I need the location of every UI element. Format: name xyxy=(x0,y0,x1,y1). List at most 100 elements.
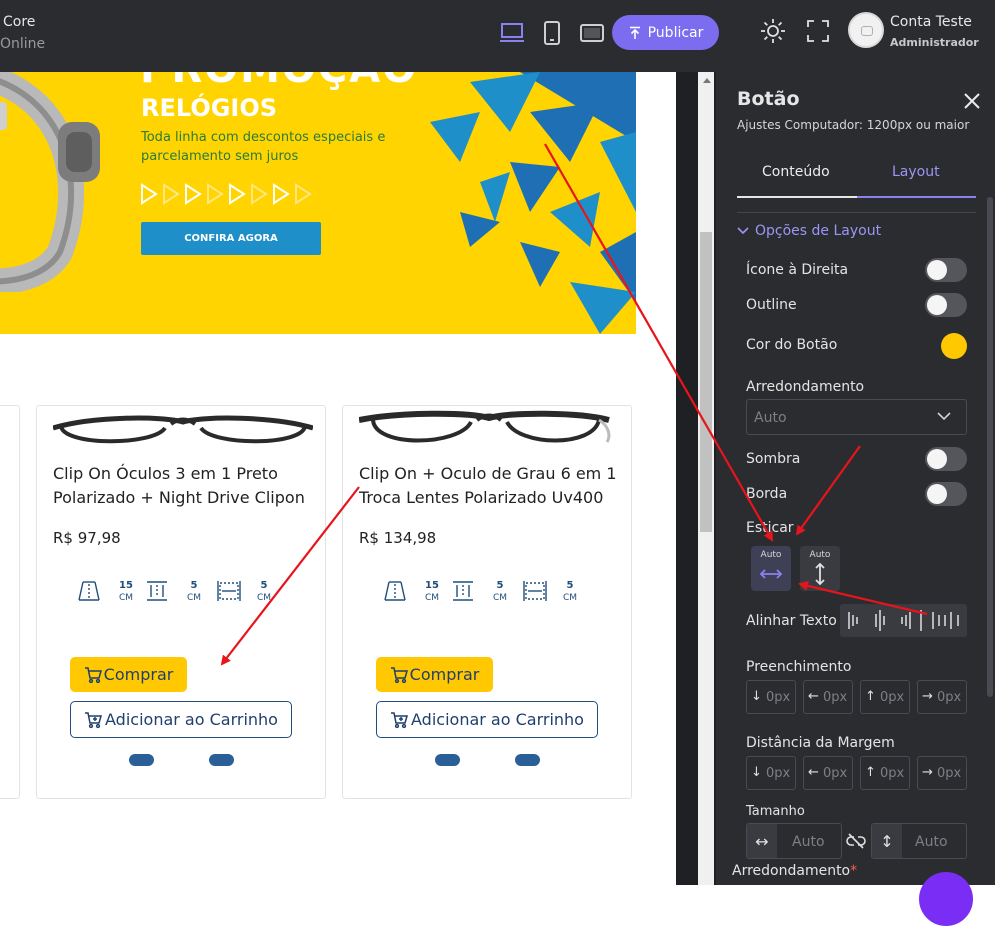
dimension-unit: CM xyxy=(118,593,134,603)
arrow-left-icon: ← xyxy=(808,689,819,704)
margin-value: 0px xyxy=(823,766,848,781)
margin-bottom-input[interactable]: ↓ 0px xyxy=(746,756,796,790)
cart-icon xyxy=(390,666,408,683)
arrows-horizontal-icon xyxy=(759,569,783,579)
margin-right-input[interactable]: → 0px xyxy=(917,756,967,790)
icon-right-toggle[interactable] xyxy=(925,258,967,282)
cart-icon xyxy=(84,666,102,683)
product-title[interactable]: Clip On + Oculo de Grau 6 em 1 Troca Len… xyxy=(359,462,624,510)
add-to-cart-button[interactable]: Adicionar ao Carrinho xyxy=(70,701,292,738)
tab-layout[interactable]: Layout xyxy=(892,164,940,180)
stretch-horizontal-button[interactable]: Auto xyxy=(751,546,791,591)
carousel-dot[interactable] xyxy=(515,754,540,766)
tablet-icon[interactable] xyxy=(579,20,605,46)
add-to-cart-button[interactable]: Adicionar ao Carrinho xyxy=(376,701,598,738)
border-label: Borda xyxy=(746,486,788,502)
align-text-control[interactable] xyxy=(840,604,967,637)
arrow-left-icon: ← xyxy=(808,765,819,780)
padding-right-input[interactable]: → 0px xyxy=(917,680,967,714)
padding-bottom-input[interactable]: ↓ 0px xyxy=(746,680,796,714)
panel-subtitle: Ajustes Computador: 1200px ou maior xyxy=(737,118,970,132)
banner-description: Toda linha com descontos especiais e par… xyxy=(141,130,386,164)
scroll-up-arrow-icon[interactable] xyxy=(703,78,711,83)
rounding-label: Arredondamento xyxy=(746,379,865,395)
mobile-icon[interactable] xyxy=(539,20,565,46)
tab-underline-active xyxy=(857,196,976,198)
dimension-value: 5 xyxy=(190,580,198,591)
arrows-vertical-icon: ↕ xyxy=(872,824,902,858)
padding-value: 0px xyxy=(937,690,962,705)
margin-left-input[interactable]: ← 0px xyxy=(803,756,853,790)
add-to-cart-label: Adicionar ao Carrinho xyxy=(411,710,584,729)
product-dimensions: 15 CM 5 CM 5 CM xyxy=(383,578,583,606)
cart-plus-icon xyxy=(85,711,103,728)
tab-content[interactable]: Conteúdo xyxy=(762,164,830,180)
avatar[interactable] xyxy=(848,12,884,48)
dimension-unit: CM xyxy=(186,593,202,603)
close-icon[interactable] xyxy=(963,92,981,110)
outline-toggle[interactable] xyxy=(925,293,967,317)
triangle-pattern xyxy=(430,72,636,334)
shadow-label: Sombra xyxy=(746,451,801,467)
canvas-scroll-thumb[interactable] xyxy=(700,232,712,532)
account-role: Administrador xyxy=(890,36,979,49)
product-card[interactable]: Clip On + Oculo de Grau 6 em 1 Troca Len… xyxy=(342,405,632,799)
dimension-value: 15 xyxy=(425,580,439,591)
width-input[interactable]: ↔ Auto xyxy=(746,823,842,859)
glasses-image xyxy=(359,410,611,443)
top-bar: Core Online Publicar Conta Teste Adminis… xyxy=(0,0,995,72)
unlink-icon[interactable] xyxy=(846,833,866,849)
panel-title: Botão xyxy=(737,88,800,110)
product-card-partial[interactable] xyxy=(0,405,20,799)
arrows-decoration xyxy=(141,183,312,205)
margin-top-input[interactable]: ↑ 0px xyxy=(860,756,910,790)
desktop-icon[interactable] xyxy=(499,20,525,46)
carousel-dot[interactable] xyxy=(435,754,460,766)
height-input[interactable]: ↕ Auto xyxy=(871,823,967,859)
fullscreen-icon[interactable] xyxy=(805,18,831,44)
publish-button[interactable]: Publicar xyxy=(612,15,719,50)
rounding-select[interactable]: Auto xyxy=(746,399,967,435)
panel-scroll-thumb[interactable] xyxy=(987,197,993,697)
product-card[interactable]: Clip On Óculos 3 em 1 Preto Polarizado +… xyxy=(36,405,326,799)
chevron-down-icon xyxy=(937,412,951,421)
stretch-vertical-label: Auto xyxy=(809,550,831,560)
button-color-label: Cor do Botão xyxy=(746,337,838,353)
arrow-right-icon: → xyxy=(922,765,933,780)
brand-status: Online xyxy=(0,36,46,52)
watch-image xyxy=(0,72,100,292)
button-color-swatch[interactable] xyxy=(941,333,967,359)
padding-value: 0px xyxy=(766,690,791,705)
account-name[interactable]: Conta Teste xyxy=(890,14,972,30)
padding-top-input[interactable]: ↑ 0px xyxy=(860,680,910,714)
banner-subtitle: RELÓGIOS xyxy=(141,94,278,122)
depth-dimension-icon xyxy=(217,581,241,601)
required-mark: * xyxy=(850,863,858,879)
rounding-value: Auto xyxy=(754,410,787,426)
upload-icon xyxy=(629,26,640,39)
padding-label: Preenchimento xyxy=(746,659,852,675)
icon-right-label: Ícone à Direita xyxy=(746,262,849,278)
arrows-vertical-icon xyxy=(815,562,825,586)
sun-icon[interactable] xyxy=(760,18,786,44)
shadow-toggle[interactable] xyxy=(925,447,967,471)
banner-cta-button[interactable]: CONFIRA AGORA xyxy=(141,222,321,255)
depth-dimension-icon xyxy=(523,581,547,601)
product-title[interactable]: Clip On Óculos 3 em 1 Preto Polarizado +… xyxy=(53,462,318,510)
arrows-horizontal-icon: ↔ xyxy=(747,824,777,858)
padding-left-input[interactable]: ← 0px xyxy=(803,680,853,714)
dimension-value: 5 xyxy=(496,580,504,591)
product-price: R$ 97,98 xyxy=(53,529,121,547)
layout-options-section[interactable]: Opções de Layout xyxy=(737,223,881,239)
size-label: Tamanho xyxy=(746,804,805,819)
stretch-vertical-button[interactable]: Auto xyxy=(800,546,840,591)
carousel-dot[interactable] xyxy=(209,754,234,766)
carousel-dot[interactable] xyxy=(129,754,154,766)
buy-button[interactable]: Comprar xyxy=(70,657,187,692)
promo-banner[interactable]: PROMOÇÃO RELÓGIOS Toda linha com descont… xyxy=(0,72,636,334)
border-toggle[interactable] xyxy=(925,482,967,506)
buy-button[interactable]: Comprar xyxy=(376,657,493,692)
help-fab-button[interactable] xyxy=(919,872,973,926)
dimension-unit: CM xyxy=(492,593,508,603)
section-label: Opções de Layout xyxy=(755,223,882,239)
